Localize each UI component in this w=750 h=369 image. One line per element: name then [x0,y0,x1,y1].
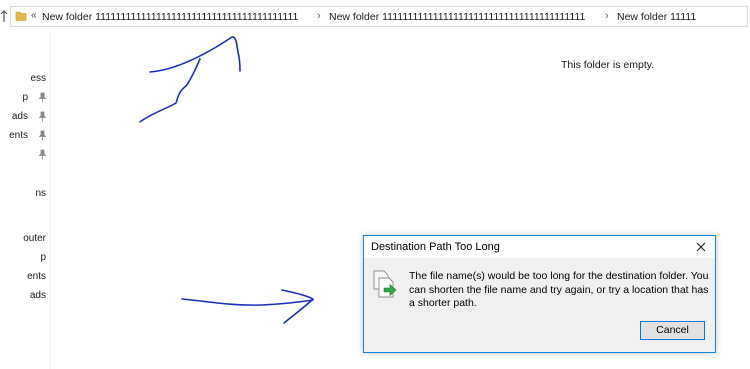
nav-item-label: p [40,252,46,263]
nav-item[interactable]: ads [0,109,50,125]
dialog-message: The file name(s) would be too long for t… [409,270,709,309]
folder-icon [15,11,27,21]
breadcrumb-separator-icon[interactable]: › [317,10,321,22]
nav-item-label: ents [27,271,46,282]
nav-item[interactable]: ads [0,288,50,304]
close-icon[interactable] [694,240,708,254]
navigation-pane: ess p ads ents ns outer p ents ads [0,34,51,369]
file-copy-icon [373,270,397,298]
nav-item[interactable]: outer [0,231,50,247]
breadcrumb-item[interactable]: New folder 11111111111111111111111111111… [329,11,585,23]
nav-item[interactable]: ents [0,269,50,285]
cancel-button[interactable]: Cancel [640,321,705,340]
nav-item-label: ents [9,130,28,141]
annotation-arrow-up [139,36,241,123]
dialog-title: Destination Path Too Long [371,241,500,253]
annotation-arrow-right [181,289,314,324]
nav-item[interactable] [0,147,50,163]
pin-icon[interactable] [38,92,47,103]
pin-icon[interactable] [38,111,47,122]
empty-folder-message: This folder is empty. [561,59,655,71]
breadcrumb-item[interactable]: New folder 11111 [617,11,696,23]
dialog-title-bar[interactable]: Destination Path Too Long [364,236,715,258]
pin-icon[interactable] [38,130,47,141]
nav-item[interactable]: ess [0,71,50,87]
nav-item-label: p [22,92,28,103]
nav-item-label: ns [35,188,46,199]
nav-item[interactable]: p [0,250,50,266]
address-breadcrumb[interactable]: « New folder 111111111111111111111111111… [10,6,748,27]
nav-item-label: ads [29,290,46,301]
address-bar: « New folder 111111111111111111111111111… [0,0,750,34]
pin-icon[interactable] [38,149,47,160]
nav-item[interactable]: ents [0,128,50,144]
nav-item-label: ads [11,111,28,122]
nav-item[interactable]: ns [0,186,50,202]
nav-item-label: ess [30,73,46,84]
breadcrumb-item[interactable]: New folder 11111111111111111111111111111… [42,11,298,23]
nav-item[interactable]: p [0,90,50,106]
up-arrow-icon[interactable] [0,9,8,23]
breadcrumb-overflow-icon[interactable]: « [31,10,37,21]
destination-path-too-long-dialog: Destination Path Too Long The file name(… [363,235,716,353]
nav-item-label: outer [23,233,46,244]
breadcrumb-separator-icon[interactable]: › [605,10,609,22]
